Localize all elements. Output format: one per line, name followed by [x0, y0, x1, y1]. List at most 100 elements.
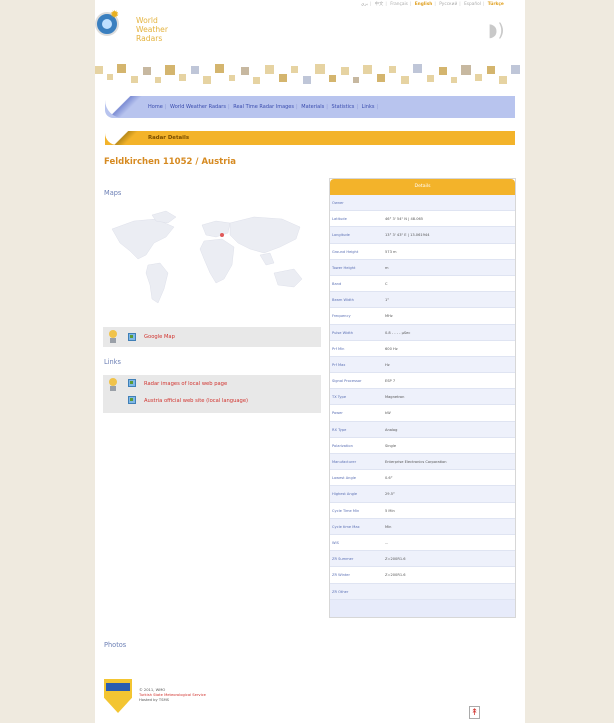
details-row-value: MHz	[385, 314, 393, 319]
details-row-value: 5 Min	[385, 508, 395, 513]
details-row-label: Frequency	[332, 314, 351, 319]
details-table-footer	[330, 599, 515, 617]
details-row-value: ...	[385, 540, 389, 545]
details-row-value: Min	[385, 524, 392, 529]
page-title: Feldkirchen 11052 / Austria	[104, 157, 237, 167]
details-row-value: Magnetron	[385, 395, 405, 400]
radar-images-local-link[interactable]: Radar images of local web page	[144, 381, 227, 387]
official-site-icon[interactable]	[128, 396, 136, 404]
details-row: Tower Height m	[330, 259, 515, 276]
radar-dish-icon: ◗)	[488, 20, 505, 41]
details-row-value: 46° 3' 54" N | 48.065	[385, 217, 424, 222]
details-row-value: Enterprise Electronics Corporation	[385, 460, 447, 464]
details-row-value: 0.6°	[385, 476, 393, 481]
details-row-value: Z=200R1.6	[385, 557, 406, 562]
lang-english[interactable]: English	[415, 2, 433, 7]
details-row-value: kW	[385, 411, 391, 416]
hosted-by-text: Hosted by TSMS	[139, 698, 169, 702]
official-site-link[interactable]: Austria official web site (local languag…	[144, 398, 248, 404]
details-row: Frequency MHz	[330, 308, 515, 325]
details-row-value: ESP 7	[385, 379, 396, 384]
lang-turkish[interactable]: Türkçe	[488, 2, 504, 7]
lang-french[interactable]: Français	[390, 2, 408, 7]
details-row-value: 1°	[385, 298, 390, 303]
header-mosaic-banner	[95, 64, 520, 84]
language-bar: بري | 中文 | Français | English | Русский | Esp…	[361, 2, 504, 7]
details-row-label: ZR Summer	[332, 557, 354, 562]
maps-heading: Maps	[104, 189, 122, 197]
lang-spanish[interactable]: Español	[464, 2, 481, 7]
details-row-label: TX Type	[332, 395, 347, 400]
back-to-top-button[interactable]: ↟	[469, 706, 480, 719]
google-map-box: Google Map	[103, 327, 321, 347]
details-row-label: Power	[332, 411, 343, 416]
details-row-value	[385, 584, 515, 599]
sun-icon: ✹	[110, 8, 120, 21]
details-row-value: Analog	[385, 427, 398, 432]
details-row: Polarization Single	[330, 438, 515, 454]
details-row-value: 0.8 - - - - µSec	[385, 330, 411, 335]
details-row: Power kW	[330, 405, 515, 422]
lightbulb-icon	[107, 330, 119, 344]
details-row: Lowest Angle 0.6°	[330, 470, 515, 487]
nav-real-time-radar-images[interactable]: Real Time Radar Images	[233, 104, 294, 110]
details-row-label: Tower Height	[332, 265, 356, 270]
details-row: Owner	[330, 195, 515, 212]
google-map-icon[interactable]	[128, 333, 136, 341]
details-row-label: Polarization	[332, 443, 353, 448]
details-row: Longitude 13° 3' 43" E | 13.061944	[330, 227, 515, 244]
lang-chinese[interactable]: 中文	[375, 2, 384, 7]
details-row-value: Hz	[385, 362, 390, 367]
world-map	[111, 210, 303, 304]
nav-materials[interactable]: Materials	[301, 104, 324, 110]
brand-line-1: World	[136, 16, 158, 25]
details-swoosh-decoration	[105, 131, 145, 145]
details-row-label: RX Type	[332, 427, 347, 432]
details-row: Prf Min 600 Hz	[330, 341, 515, 357]
details-row-label: Manufacturer	[332, 460, 357, 464]
details-row: Beam Width 1°	[330, 292, 515, 309]
details-row-label: Cycle time Max	[332, 524, 360, 529]
details-row-label: Beam Width	[332, 298, 354, 303]
photos-heading: Photos	[104, 641, 127, 649]
details-table-header: Details	[330, 179, 515, 195]
google-map-link[interactable]: Google Map	[144, 334, 175, 340]
nav-world-weather-radars[interactable]: World Weather Radars	[170, 104, 226, 110]
details-row-label: ZR Other	[332, 589, 349, 594]
details-row-label: ZR Winter	[332, 573, 350, 578]
details-row-label: Ground Height	[332, 249, 359, 254]
details-row-value: C	[385, 281, 388, 286]
details-row-label: Cycle Time Min	[332, 508, 360, 513]
details-row-label: Highest Angle	[332, 492, 358, 497]
brand-title[interactable]: World Weather Radars	[136, 16, 168, 43]
links-heading: Links	[104, 358, 121, 366]
lang-russian[interactable]: Русский	[439, 2, 457, 7]
details-row: WIS...	[330, 535, 515, 552]
details-row: Highest Angle 29.5°	[330, 486, 515, 503]
details-row: Latitude 46° 3' 54" N | 48.065	[330, 211, 515, 228]
brand-line-2: Weather	[136, 25, 168, 34]
local-page-icon[interactable]	[128, 379, 136, 387]
nav-links[interactable]: Links	[362, 104, 375, 110]
details-row-label: Longitude	[332, 233, 350, 238]
details-row-value: m	[385, 265, 389, 270]
footer-text: © 2011, WMO Turkish State Meteorological…	[139, 688, 206, 703]
details-row: ZR Other	[330, 583, 515, 600]
details-row-label: Signal Processor	[332, 379, 362, 384]
details-row-label: Lowest Angle	[332, 476, 356, 481]
lightbulb-icon	[107, 378, 119, 392]
nav-home[interactable]: Home	[148, 104, 163, 110]
details-row-value: 29.5°	[385, 492, 395, 497]
details-row-label: Latitude	[332, 217, 347, 222]
radar-location-marker[interactable]	[220, 233, 224, 237]
details-row-value: 13° 3' 43" E | 13.061944	[385, 233, 430, 238]
details-row-label: Prf Min	[332, 346, 345, 351]
nav-statistics[interactable]: Statistics	[331, 104, 354, 110]
details-row: TX Type Magnetron	[330, 389, 515, 406]
radar-details-title: Radar Details	[148, 135, 190, 141]
lang-arabic[interactable]: بري	[361, 2, 368, 7]
details-row-label: Prf Max	[332, 362, 346, 367]
details-row: Prf Max Hz	[330, 356, 515, 374]
details-row: RX Type Analog	[330, 421, 515, 438]
details-row: Ground Height 573 m	[330, 244, 515, 260]
